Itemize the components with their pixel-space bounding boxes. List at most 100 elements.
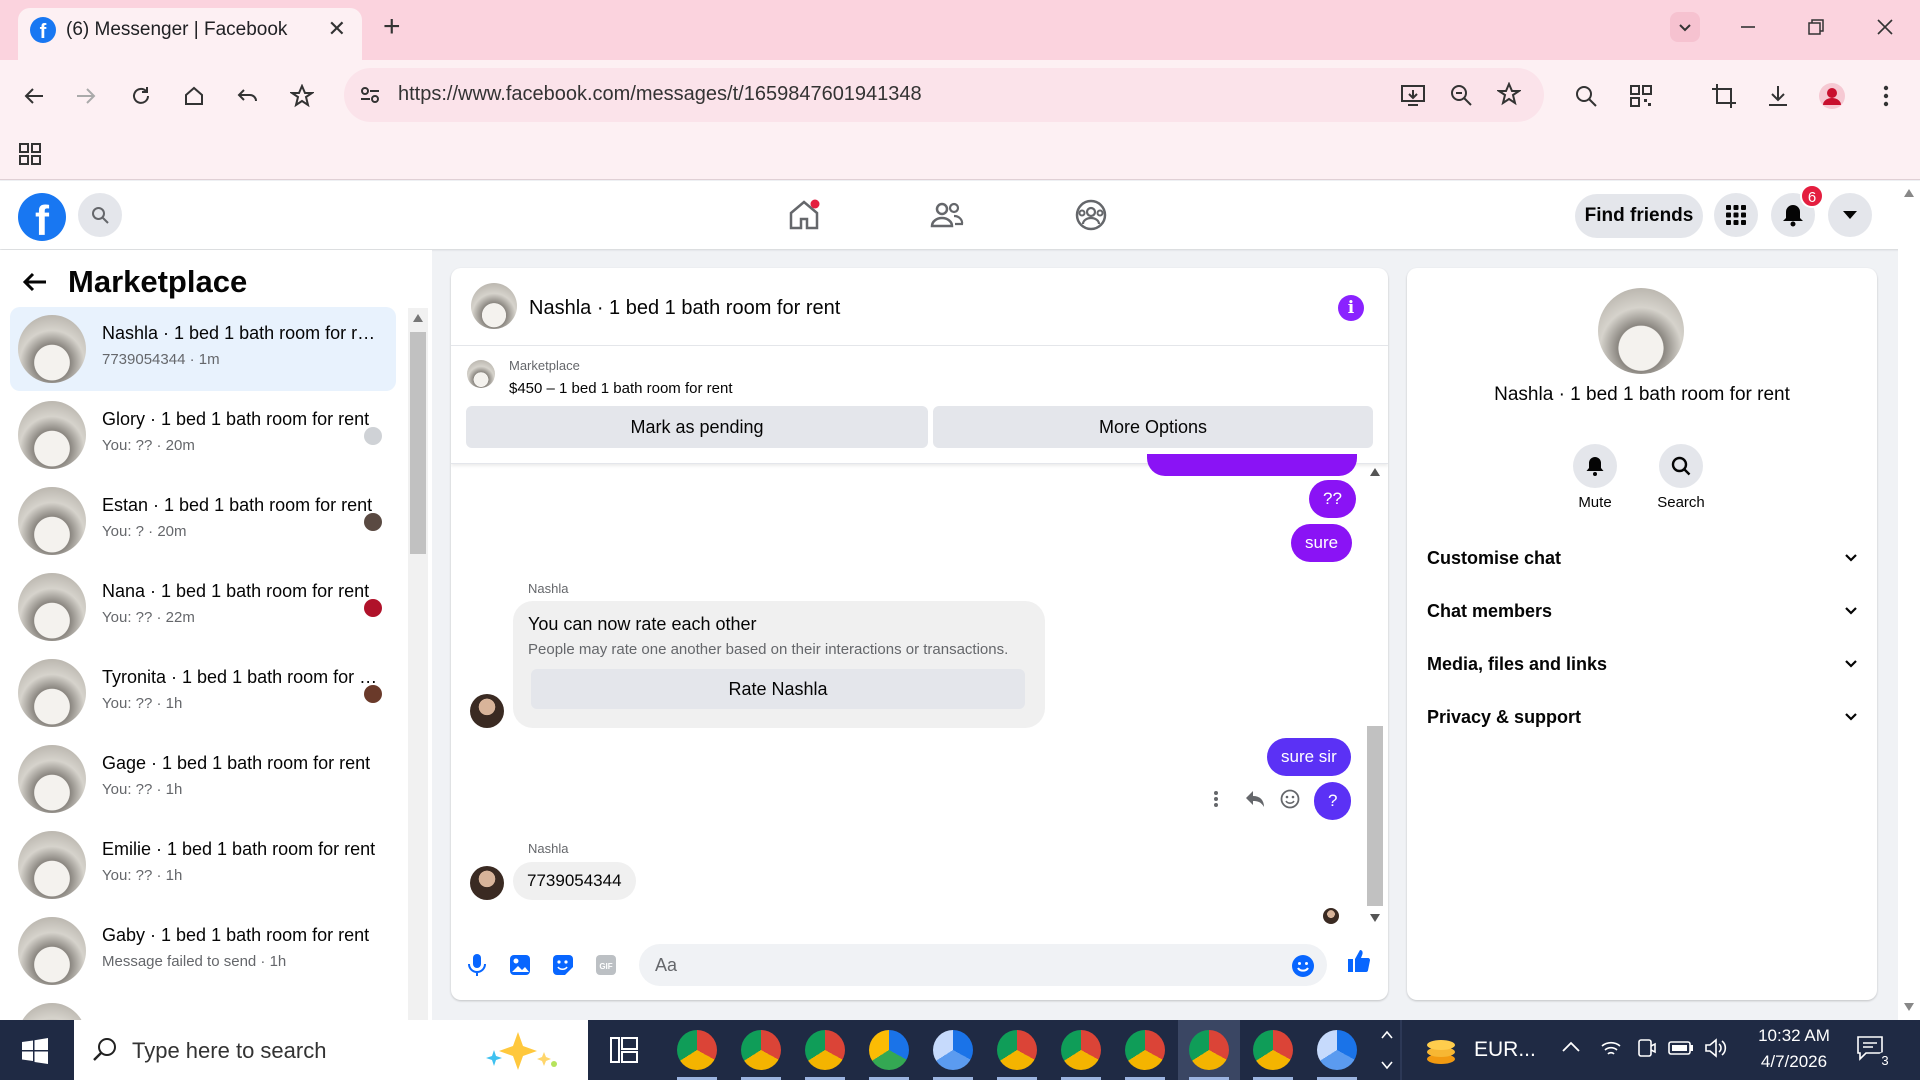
task-view-icon[interactable] (610, 1037, 638, 1063)
menu-icon[interactable] (1870, 80, 1902, 112)
wifi-icon[interactable] (1600, 1038, 1622, 1058)
emoji-picker-icon[interactable] (1291, 954, 1315, 978)
currency-ticker[interactable]: EUR... (1474, 1038, 1536, 1062)
conversation-item[interactable]: Nana · 1 bed 1 bath room for rent You: ?… (10, 565, 396, 649)
install-app-icon[interactable] (1400, 83, 1426, 107)
conversation-item[interactable]: Gage · 1 bed 1 bath room for rent You: ?… (10, 737, 396, 821)
chrome-app-icon[interactable] (1125, 1030, 1165, 1070)
clock-time[interactable]: 10:32 AM (1744, 1026, 1844, 1046)
chrome-app-icon[interactable] (997, 1030, 1037, 1070)
conversation-item[interactable]: Nashla · 1 bed 1 bath room for rent 7739… (10, 307, 396, 391)
undo-icon[interactable] (232, 80, 264, 112)
message-bubble-sent[interactable]: sure sir (1267, 738, 1351, 776)
rate-nashla-button[interactable]: Rate Nashla (531, 669, 1025, 709)
chat-avatar[interactable] (471, 283, 517, 329)
profile-icon[interactable] (1816, 80, 1848, 112)
conversation-item[interactable]: Glory · 1 bed 1 bath room for rent You: … (10, 393, 396, 477)
conversation-item[interactable] (10, 995, 396, 1020)
scrollbar-thumb[interactable] (1367, 726, 1383, 906)
sender-avatar[interactable] (470, 866, 504, 900)
minimize-icon[interactable] (1733, 12, 1763, 42)
thumbs-up-icon[interactable] (1346, 948, 1372, 974)
chrome-app-icon[interactable] (1317, 1030, 1357, 1070)
tab-search-icon[interactable] (1670, 12, 1700, 42)
more-options-button[interactable]: More Options (933, 406, 1373, 448)
home-icon[interactable] (178, 80, 210, 112)
volume-icon[interactable] (1704, 1038, 1728, 1058)
search-icon[interactable] (78, 193, 122, 237)
taskbar-scroll-arrows-icon[interactable] (1380, 1026, 1394, 1074)
react-emoji-icon[interactable] (1280, 789, 1300, 809)
search-tabs-icon[interactable] (1570, 80, 1602, 112)
listing-avatar-large[interactable] (1598, 288, 1684, 374)
crop-icon[interactable] (1708, 80, 1740, 112)
message-bubble-sent[interactable]: ?? (1309, 480, 1356, 518)
scrollbar-thumb[interactable] (410, 332, 426, 554)
windows-start-icon[interactable] (22, 1038, 48, 1064)
page-scrollbar[interactable] (1898, 181, 1920, 1021)
conversation-item[interactable]: Tyronita · 1 bed 1 bath room for rent Yo… (10, 651, 396, 735)
account-dropdown-icon[interactable] (1828, 193, 1872, 237)
message-bubble-sent[interactable]: ? (1314, 782, 1352, 820)
close-window-icon[interactable] (1870, 12, 1900, 42)
taskbar-search-box[interactable]: Type here to search (74, 1020, 588, 1080)
mark-as-pending-button[interactable]: Mark as pending (466, 406, 928, 448)
bookmark-star-icon[interactable] (286, 80, 318, 112)
chrome-app-icon[interactable] (1061, 1030, 1101, 1070)
apps-grid-icon[interactable] (18, 142, 42, 166)
chat-scrollbar[interactable] (1364, 464, 1386, 926)
close-tab-icon[interactable]: ✕ (328, 16, 346, 42)
reload-icon[interactable] (125, 80, 157, 112)
chrome-app-icon[interactable] (1253, 1030, 1293, 1070)
friends-nav-icon[interactable] (927, 195, 967, 235)
conversation-list-scrollbar[interactable] (408, 308, 428, 1020)
back-arrow-icon[interactable] (22, 271, 48, 293)
conversation-item[interactable]: Gaby · 1 bed 1 bath room for rent Messag… (10, 909, 396, 993)
site-info-icon[interactable] (358, 83, 382, 107)
info-icon[interactable]: i (1338, 295, 1364, 321)
zoom-icon[interactable] (1449, 83, 1473, 107)
back-icon[interactable] (18, 80, 50, 112)
privacy-support-section[interactable]: Privacy & support (1427, 697, 1857, 737)
clock-date[interactable]: 4/7/2026 (1744, 1052, 1844, 1072)
more-actions-icon[interactable] (1213, 790, 1219, 808)
chrome-app-icon[interactable] (741, 1030, 781, 1070)
customise-chat-section[interactable]: Customise chat (1427, 538, 1857, 578)
message-input[interactable]: Aa (639, 944, 1327, 986)
browser-tab[interactable]: f (6) Messenger | Facebook ✕ (18, 8, 362, 60)
chat-title[interactable]: Nashla · 1 bed 1 bath room for rent (529, 297, 840, 320)
conversation-item[interactable]: Estan · 1 bed 1 bath room for rent You: … (10, 479, 396, 563)
chrome-app-icon[interactable] (933, 1030, 973, 1070)
media-files-links-section[interactable]: Media, files and links (1427, 644, 1857, 684)
meet-now-icon[interactable] (1636, 1037, 1656, 1059)
sticker-icon[interactable] (550, 952, 576, 978)
reply-icon[interactable] (1245, 790, 1265, 808)
message-bubble-partial[interactable] (1147, 454, 1357, 476)
find-friends-button[interactable]: Find friends (1575, 194, 1703, 238)
listing-price-title[interactable]: $450 – 1 bed 1 bath room for rent (509, 380, 732, 397)
search-in-chat-button[interactable]: Search (1641, 444, 1721, 511)
chrome-app-icon[interactable] (677, 1030, 717, 1070)
message-bubble-sent[interactable]: sure (1291, 524, 1353, 562)
restore-icon[interactable] (1801, 12, 1831, 42)
chrome-app-icon-active[interactable] (1189, 1030, 1229, 1070)
microphone-icon[interactable] (464, 952, 490, 978)
menu-grid-icon[interactable] (1714, 193, 1758, 237)
facebook-logo-icon[interactable]: f (18, 193, 66, 241)
forward-icon[interactable] (70, 80, 102, 112)
qr-code-icon[interactable] (1625, 80, 1657, 112)
message-bubble-received[interactable]: 7739054344 (513, 862, 636, 900)
search-highlights-icon[interactable] (480, 1028, 570, 1072)
chat-members-section[interactable]: Chat members (1427, 591, 1857, 631)
conversation-item[interactable]: Emilie · 1 bed 1 bath room for rent You:… (10, 823, 396, 907)
chrome-app-icon[interactable] (869, 1030, 909, 1070)
attach-photo-icon[interactable] (507, 952, 533, 978)
download-icon[interactable] (1762, 80, 1794, 112)
battery-icon[interactable] (1668, 1040, 1694, 1056)
gif-icon[interactable]: GIF (593, 952, 619, 978)
show-hidden-icons-icon[interactable] (1562, 1040, 1580, 1052)
mute-button[interactable]: Mute (1555, 444, 1635, 511)
new-tab-icon[interactable]: + (383, 10, 401, 44)
bookmark-page-icon[interactable] (1497, 82, 1521, 106)
chrome-app-icon[interactable] (805, 1030, 845, 1070)
